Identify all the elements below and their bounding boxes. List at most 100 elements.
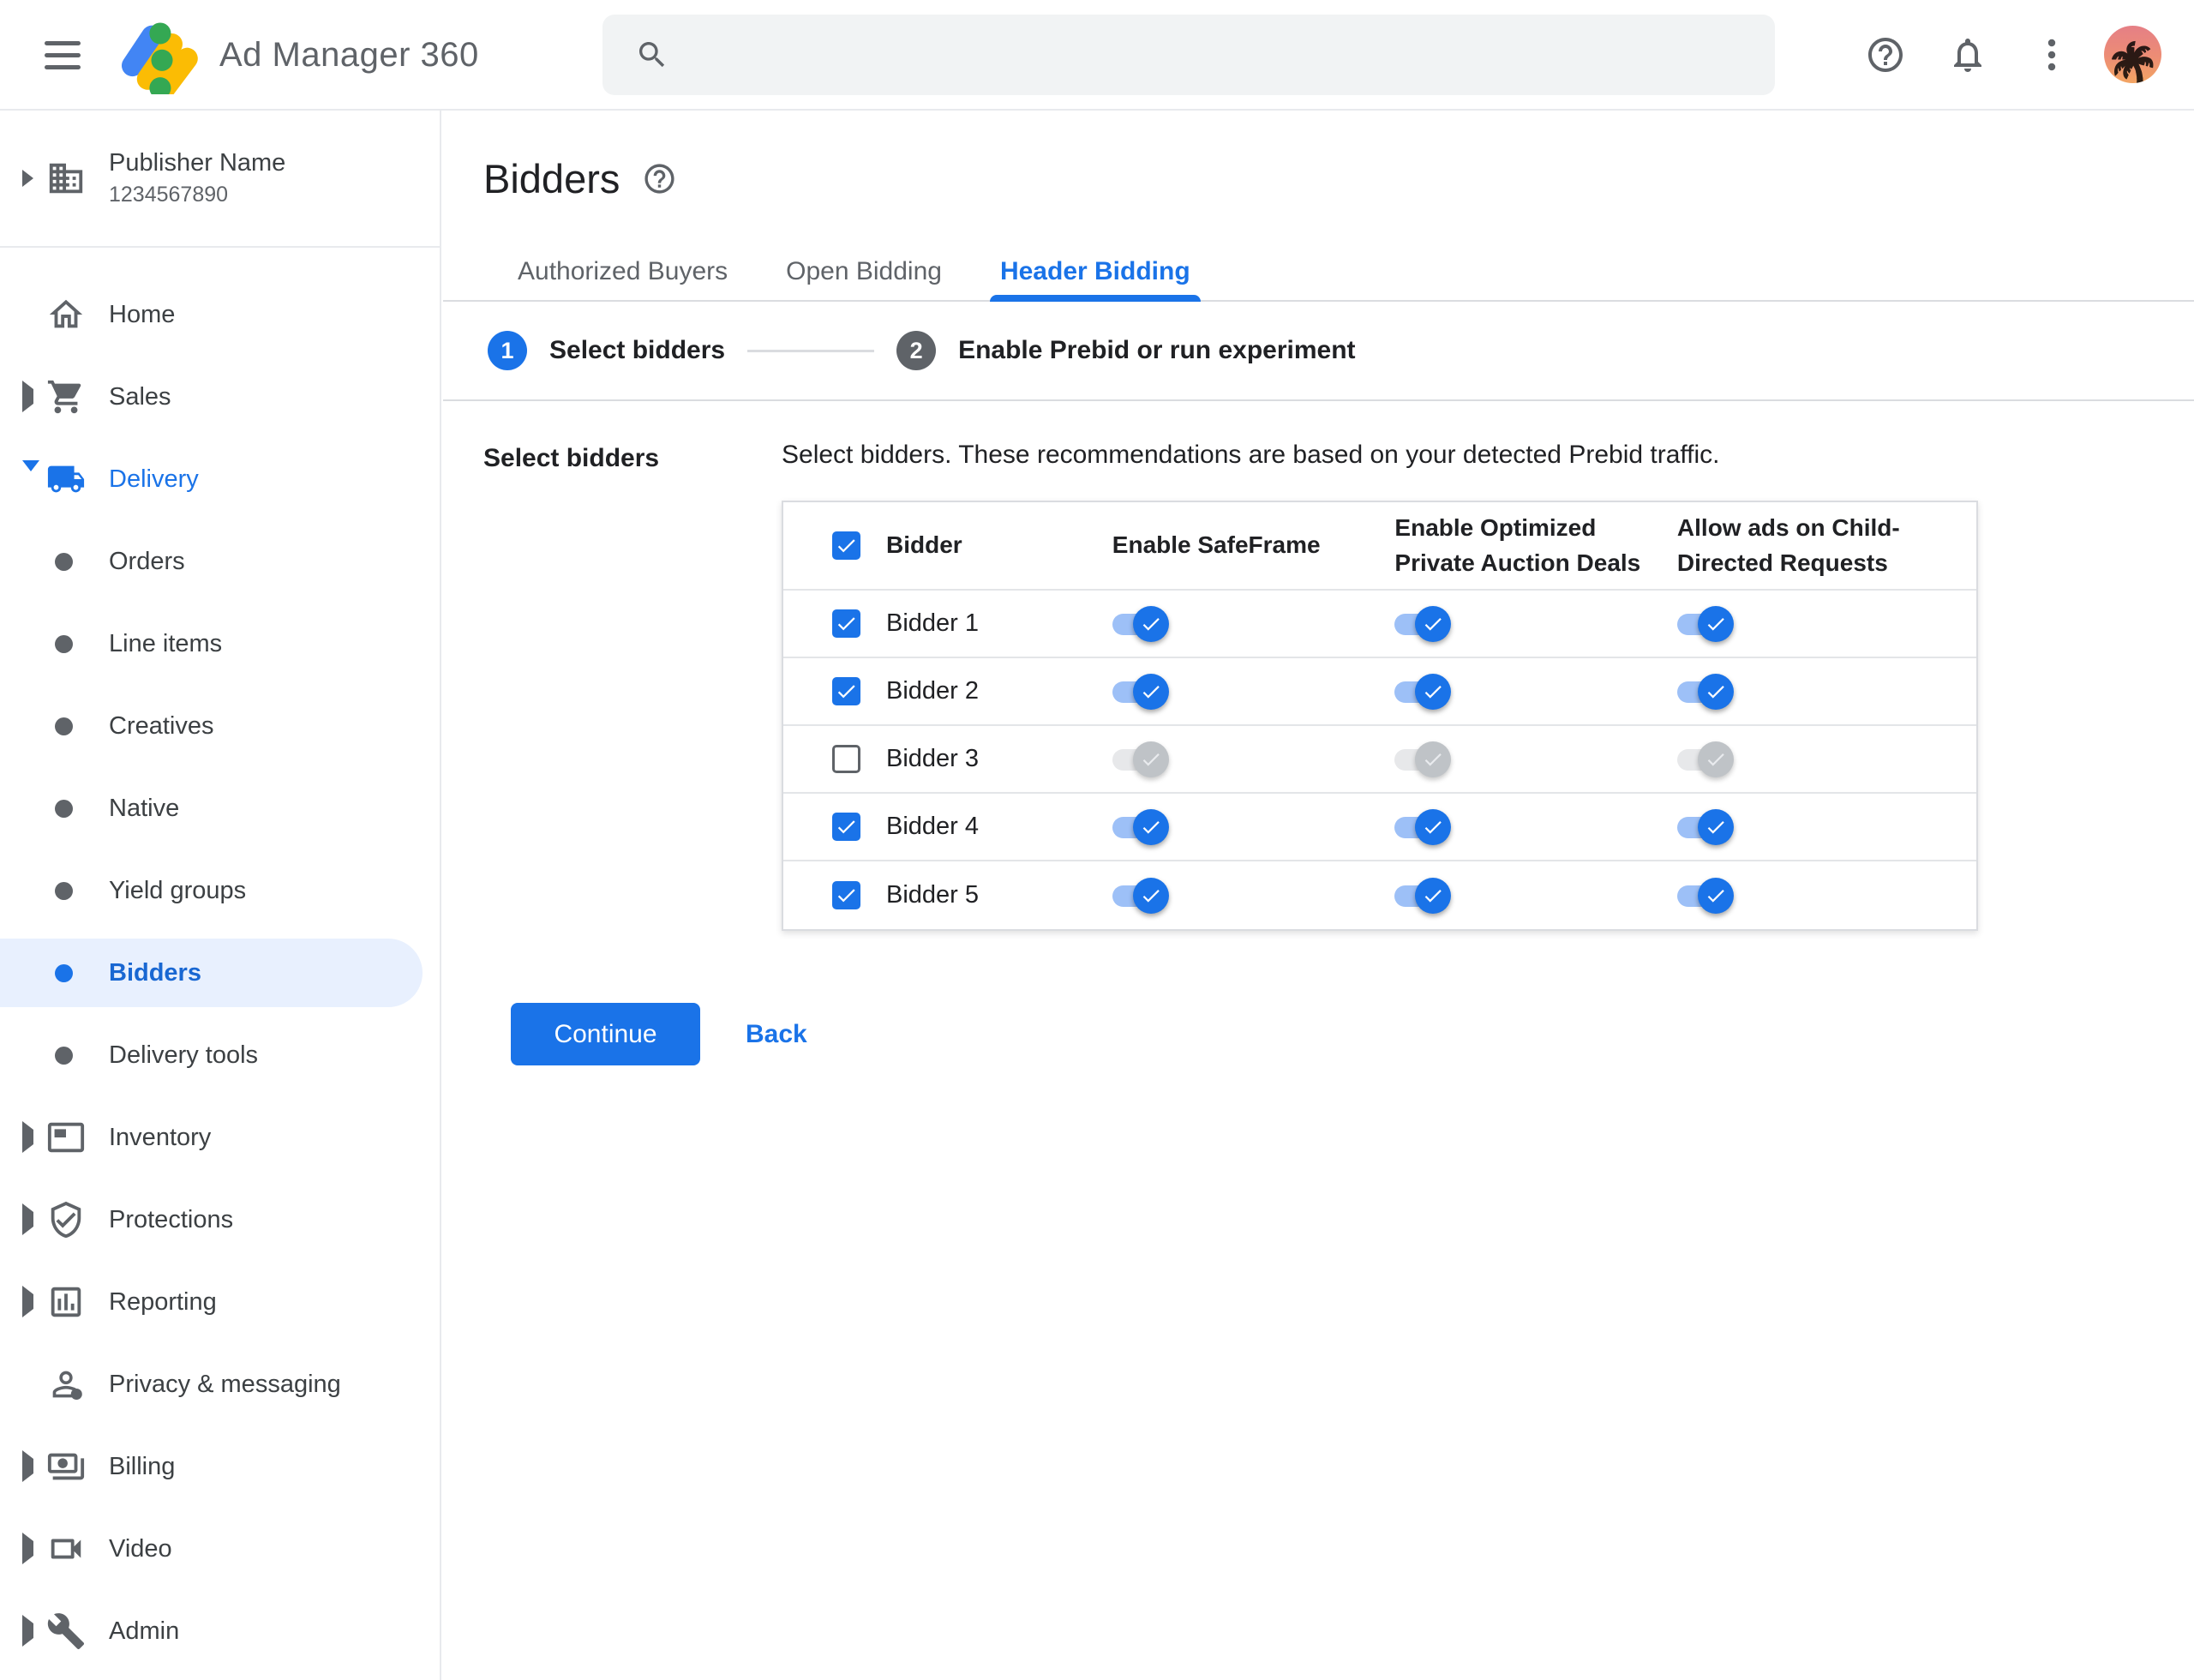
chevron-right-icon	[22, 381, 33, 412]
sidebar-item-label: Protections	[109, 1205, 234, 1233]
sidebar-item-label: Native	[109, 794, 180, 822]
tab-open-bidding[interactable]: Open Bidding	[757, 243, 971, 300]
optimized-deals-toggle[interactable]	[1394, 605, 1452, 643]
section-label: Select bidders	[483, 444, 660, 472]
safeframe-toggle[interactable]	[1112, 673, 1169, 711]
sidebar-item-label: Delivery	[109, 465, 199, 493]
chevron-right-icon	[22, 1121, 33, 1153]
sidebar-item-home[interactable]: Home	[0, 273, 440, 356]
optimized-deals-toggle[interactable]	[1394, 808, 1452, 846]
stepper: 1 Select bidders 2 Enable Prebid or run exp…	[443, 302, 2194, 401]
toggle-knob	[1132, 877, 1169, 914]
step-2[interactable]: 2 Enable Prebid or run experiment	[896, 331, 1356, 370]
sidebar-item-protections[interactable]: Protections	[0, 1179, 440, 1261]
video-icon	[46, 1529, 86, 1569]
topbar: Ad Manager 360 🌴	[0, 0, 2194, 111]
avatar[interactable]: 🌴	[2104, 26, 2161, 83]
sidebar-item-creatives[interactable]: Creatives	[0, 685, 440, 767]
bidder-name: Bidder 1	[886, 591, 1112, 658]
chevron-right-icon	[22, 1450, 33, 1482]
sidebar-item-native[interactable]: Native	[0, 767, 440, 849]
toggle-knob	[1697, 877, 1734, 914]
column-header-enable-safeframe: Enable SafeFrame	[1112, 502, 1395, 591]
sidebar-item-label: Video	[109, 1534, 172, 1563]
cart-icon	[46, 377, 86, 417]
sidebar-item-reporting[interactable]: Reporting	[0, 1261, 440, 1343]
sidebar-item-billing[interactable]: Billing	[0, 1425, 440, 1508]
chevron-right-icon	[22, 1286, 33, 1317]
sidebar-item-privacy-messaging[interactable]: Privacy & messaging	[0, 1343, 440, 1425]
truck-icon	[46, 459, 86, 499]
notifications-icon[interactable]	[1947, 34, 1988, 75]
publisher-selector[interactable]: Publisher Name 1234567890	[0, 111, 440, 248]
back-button[interactable]: Back	[746, 1020, 807, 1049]
sidebar-item-sales[interactable]: Sales	[0, 356, 440, 438]
toggle-knob	[1415, 741, 1452, 777]
sidebar-item-admin[interactable]: Admin	[0, 1590, 440, 1672]
safeframe-toggle[interactable]	[1112, 741, 1169, 778]
sidebar-item-inventory[interactable]: Inventory	[0, 1096, 440, 1179]
sidebar-item-label: Billing	[109, 1452, 176, 1480]
more-vert-icon[interactable]	[2031, 34, 2072, 75]
column-header-allow-ads-on-child-directed-requests: Allow ads on Child-Directed Requests	[1676, 502, 1976, 591]
toggle-knob	[1132, 741, 1169, 777]
help-icon[interactable]	[1865, 34, 1906, 75]
child-directed-toggle[interactable]	[1676, 877, 1734, 915]
optimized-deals-toggle[interactable]	[1394, 741, 1452, 778]
sidebar-item-label: Privacy & messaging	[109, 1370, 341, 1398]
safeframe-toggle[interactable]	[1112, 605, 1169, 643]
sidebar-item-label: Bidders	[109, 958, 201, 987]
chevron-down-icon	[22, 460, 39, 486]
step-label: Select bidders	[549, 336, 726, 364]
column-header-enable-optimized-private-auction-deals: Enable Optimized Private Auction Deals	[1394, 502, 1677, 591]
column-header-bidder: Bidder	[886, 502, 1112, 591]
search-input[interactable]	[692, 15, 1775, 95]
search-bar[interactable]	[602, 15, 1775, 95]
child-directed-toggle[interactable]	[1676, 673, 1734, 711]
step-connector	[747, 349, 875, 352]
sidebar-item-orders[interactable]: Orders	[0, 520, 440, 603]
privacy-icon	[46, 1365, 86, 1404]
toggle-knob	[1697, 741, 1734, 777]
sidebar-item-label: Line items	[109, 629, 223, 657]
bidder-name: Bidder 4	[886, 794, 1112, 861]
continue-button[interactable]: Continue	[511, 1003, 700, 1065]
tab-header-bidding[interactable]: Header Bidding	[971, 243, 1220, 302]
sidebar-item-yield-groups[interactable]: Yield groups	[0, 849, 440, 932]
sidebar-item-label: Home	[109, 300, 176, 328]
tab-authorized-buyers[interactable]: Authorized Buyers	[489, 243, 757, 300]
sidebar-item-delivery-tools[interactable]: Delivery tools	[0, 1014, 440, 1096]
child-directed-toggle[interactable]	[1676, 808, 1734, 846]
report-icon	[46, 1282, 86, 1322]
bidder-name: Bidder 3	[886, 726, 1112, 794]
row-checkbox[interactable]	[832, 745, 860, 773]
row-checkbox[interactable]	[832, 677, 860, 705]
row-checkbox[interactable]	[832, 881, 860, 909]
menu-icon[interactable]	[45, 35, 82, 75]
step-label: Enable Prebid or run experiment	[958, 336, 1356, 364]
bidder-row-bidder-2: Bidder 2	[783, 658, 1976, 726]
inventory-icon	[46, 1118, 86, 1157]
help-icon[interactable]	[642, 161, 677, 196]
row-checkbox[interactable]	[832, 813, 860, 841]
chevron-right-icon	[22, 1533, 33, 1564]
safeframe-toggle[interactable]	[1112, 877, 1169, 915]
sidebar-item-video[interactable]: Video	[0, 1508, 440, 1590]
safeframe-toggle[interactable]	[1112, 808, 1169, 846]
step-1[interactable]: 1 Select bidders	[488, 331, 725, 370]
shield-icon	[46, 1200, 86, 1239]
child-directed-toggle[interactable]	[1676, 605, 1734, 643]
sidebar-item-delivery[interactable]: Delivery	[0, 438, 440, 520]
child-directed-toggle[interactable]	[1676, 741, 1734, 778]
sidebar-item-bidders[interactable]: Bidders	[0, 932, 440, 1014]
sidebar-item-line-items[interactable]: Line items	[0, 603, 440, 685]
toggle-knob	[1415, 877, 1452, 914]
select-all-checkbox[interactable]	[832, 531, 860, 560]
bidder-row-bidder-4: Bidder 4	[783, 794, 1976, 861]
sidebar-item-label: Orders	[109, 547, 185, 575]
optimized-deals-toggle[interactable]	[1394, 673, 1452, 711]
optimized-deals-toggle[interactable]	[1394, 877, 1452, 915]
publisher-id: 1234567890	[109, 183, 229, 207]
step-number-badge: 2	[896, 331, 937, 370]
row-checkbox[interactable]	[832, 609, 860, 638]
